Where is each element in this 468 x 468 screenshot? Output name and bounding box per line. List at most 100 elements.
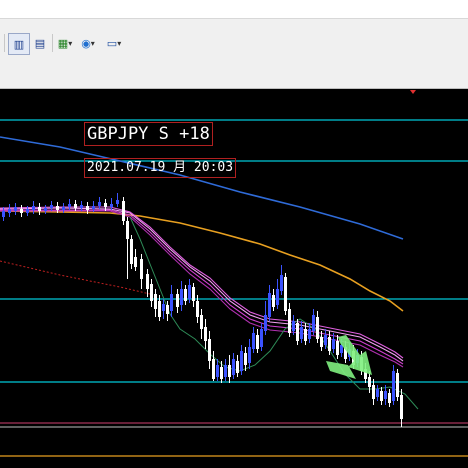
periodicity-button[interactable]: ◉ ▾ xyxy=(78,33,98,53)
candle-body xyxy=(166,305,169,314)
price-chart[interactable]: GBPJPY S +18 2021.07.19 月 20:03 xyxy=(0,89,468,468)
moving-average-long xyxy=(0,136,404,240)
candle-body xyxy=(74,204,77,208)
candle-body xyxy=(336,341,339,355)
candle-body xyxy=(80,205,83,208)
window-title-area xyxy=(0,0,468,18)
candle-body xyxy=(296,323,299,341)
candle-body xyxy=(244,353,247,365)
indicators-button[interactable]: ▦ ▾ xyxy=(55,33,75,53)
chevron-down-icon: ▾ xyxy=(68,38,73,48)
candle-body xyxy=(2,211,5,217)
candle-body xyxy=(146,274,149,289)
candle-body xyxy=(154,294,157,309)
candle-body xyxy=(248,347,251,363)
candle-body xyxy=(44,208,47,211)
symbol-label: GBPJPY S +18 xyxy=(84,122,213,146)
candle-body xyxy=(208,339,211,361)
candle-body xyxy=(204,327,207,341)
candle-body xyxy=(212,359,215,379)
toolbar-separator xyxy=(52,34,53,52)
candle-body xyxy=(284,277,287,311)
candle-body xyxy=(332,339,335,349)
candle-body xyxy=(372,385,375,399)
candle-body xyxy=(320,337,323,347)
chevron-down-icon: ▾ xyxy=(90,38,95,48)
candle-body xyxy=(8,209,11,213)
price-chart-canvas xyxy=(0,90,468,457)
candle-body xyxy=(376,389,379,397)
datetime-label: 2021.07.19 月 20:03 xyxy=(84,158,237,178)
candle-body xyxy=(200,315,203,329)
candle-body xyxy=(130,239,133,264)
envelope-line xyxy=(129,216,419,410)
candle-body xyxy=(260,329,263,347)
candle-body xyxy=(396,373,399,397)
candle-body xyxy=(324,335,327,345)
candle-body xyxy=(272,295,275,307)
candle-body xyxy=(126,221,129,239)
candle-body xyxy=(32,206,35,210)
candle-body xyxy=(162,304,165,311)
candle-body xyxy=(328,337,331,351)
candle-body xyxy=(176,294,179,307)
candle-body xyxy=(38,207,41,211)
candle-body xyxy=(380,391,383,401)
candle-body xyxy=(252,333,255,349)
bar-chart-icon: ▥ xyxy=(13,37,25,51)
chevron-down-icon: ▾ xyxy=(117,38,122,48)
candle-body xyxy=(236,361,239,373)
candle-body xyxy=(232,359,235,375)
candle-body xyxy=(300,327,303,339)
candle-body xyxy=(388,393,391,403)
candle-body xyxy=(228,365,231,377)
candle-body xyxy=(268,293,271,317)
alert-marker[interactable] xyxy=(410,90,416,94)
chart-shift-icon: ▤ xyxy=(34,36,46,50)
period-separator-button[interactable]: ▥ xyxy=(8,33,30,55)
candle-body xyxy=(384,391,387,399)
candle-body xyxy=(316,317,319,339)
candle-body xyxy=(192,287,195,301)
candle-body xyxy=(14,207,17,211)
candle-body xyxy=(180,289,183,305)
candle-body xyxy=(98,202,101,206)
candle-body xyxy=(184,289,187,301)
candle-body xyxy=(188,285,191,299)
candle-body xyxy=(288,309,291,333)
candle-body xyxy=(304,329,307,341)
candle-body xyxy=(196,301,199,317)
candle-body xyxy=(56,206,59,210)
candle-body xyxy=(308,329,311,339)
candle-body xyxy=(280,275,283,291)
candle-body xyxy=(20,209,23,213)
candle-body xyxy=(140,259,143,279)
candle-body xyxy=(392,371,395,401)
candle-body xyxy=(170,294,173,311)
candle-body xyxy=(292,321,295,331)
candle-body xyxy=(104,203,107,207)
moving-average-mid xyxy=(0,210,404,312)
candle-body xyxy=(86,206,89,210)
candle-body xyxy=(264,315,267,331)
templates-button[interactable]: ▭ ▾ xyxy=(103,33,125,53)
candle-body xyxy=(62,207,65,210)
candle-body xyxy=(158,301,161,317)
candle-body xyxy=(368,377,371,387)
candle-body xyxy=(92,206,95,209)
candle-body xyxy=(276,289,279,305)
candle-body xyxy=(122,201,125,221)
candle-body xyxy=(220,367,223,379)
chart-toolbar: ▥ ▤ ▦ ▾ ◉ ▾ ▭ ▾ xyxy=(0,18,468,89)
candle-body xyxy=(134,257,137,267)
chart-shift-button[interactable]: ▤ xyxy=(30,33,50,53)
candle-body xyxy=(150,284,153,301)
candle-body xyxy=(240,351,243,371)
candle-body xyxy=(400,395,403,419)
candle-body xyxy=(50,205,53,208)
candle-body xyxy=(256,335,259,349)
candle-body xyxy=(26,209,29,213)
candle-body xyxy=(312,315,315,331)
toolbar-separator xyxy=(4,34,5,52)
candle-body xyxy=(68,204,71,207)
